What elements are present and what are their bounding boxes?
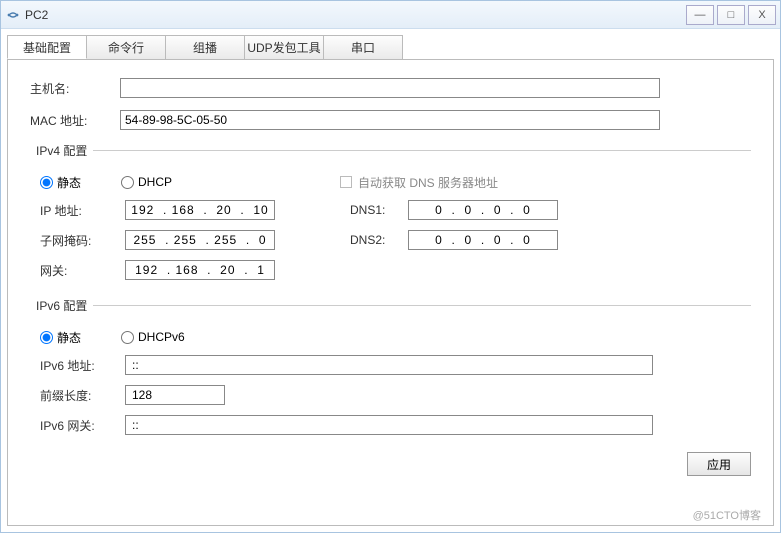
ipv6-radio-dhcpv6[interactable]: DHCPv6 bbox=[121, 330, 185, 344]
mac-label: MAC 地址: bbox=[30, 112, 120, 129]
mask-label: 子网掩码: bbox=[40, 232, 125, 249]
tab-bar: 基础配置 命令行 组播 UDP发包工具 串口 bbox=[7, 35, 774, 59]
mac-input[interactable] bbox=[120, 110, 660, 130]
minimize-button[interactable]: — bbox=[686, 5, 714, 25]
title-bar: PC2 — □ X bbox=[1, 1, 780, 29]
apply-button[interactable]: 应用 bbox=[687, 452, 751, 476]
auto-dns-checkbox[interactable]: 自动获取 DNS 服务器地址 bbox=[340, 169, 751, 195]
hostname-input[interactable] bbox=[120, 78, 660, 98]
dns1-input[interactable] bbox=[408, 200, 558, 220]
dns2-label: DNS2: bbox=[350, 233, 408, 247]
dns1-label: DNS1: bbox=[350, 203, 408, 217]
ipv6-gw-input[interactable] bbox=[125, 415, 653, 435]
ipv6-fieldset: IPv6 配置 静态 DHCPv6 IPv6 地址: 前缀长 bbox=[30, 297, 751, 444]
ipv4-fieldset: IPv4 配置 静态 DHCP bbox=[30, 142, 751, 289]
ip-input[interactable] bbox=[125, 200, 275, 220]
tab-panel-basic: 主机名: MAC 地址: IPv4 配置 静态 bbox=[7, 59, 774, 526]
ipv6-legend: IPv6 配置 bbox=[30, 297, 93, 314]
tab-multicast[interactable]: 组播 bbox=[165, 35, 245, 59]
gateway-input[interactable] bbox=[125, 260, 275, 280]
app-window: PC2 — □ X 基础配置 命令行 组播 UDP发包工具 串口 主机名: MA… bbox=[0, 0, 781, 533]
checkbox-icon bbox=[340, 176, 352, 188]
ipv4-radio-static-input[interactable] bbox=[40, 176, 53, 189]
gateway-label: 网关: bbox=[40, 262, 125, 279]
ipv6-addr-input[interactable] bbox=[125, 355, 653, 375]
tab-udp[interactable]: UDP发包工具 bbox=[244, 35, 324, 59]
ipv6-gw-label: IPv6 网关: bbox=[40, 417, 125, 434]
ipv4-legend: IPv4 配置 bbox=[30, 142, 93, 159]
mask-input[interactable] bbox=[125, 230, 275, 250]
tab-basic[interactable]: 基础配置 bbox=[7, 35, 87, 59]
maximize-button[interactable]: □ bbox=[717, 5, 745, 25]
dns2-input[interactable] bbox=[408, 230, 558, 250]
ipv4-radio-dhcp[interactable]: DHCP bbox=[121, 175, 172, 189]
content-area: 基础配置 命令行 组播 UDP发包工具 串口 主机名: MAC 地址: IPv4… bbox=[1, 29, 780, 532]
ipv6-radio-static-input[interactable] bbox=[40, 331, 53, 344]
tab-serial[interactable]: 串口 bbox=[323, 35, 403, 59]
ipv4-radio-dhcp-input[interactable] bbox=[121, 176, 134, 189]
ipv6-prefix-input[interactable] bbox=[125, 385, 225, 405]
tab-cmd[interactable]: 命令行 bbox=[86, 35, 166, 59]
ip-label: IP 地址: bbox=[40, 202, 125, 219]
app-icon bbox=[5, 7, 21, 23]
close-button[interactable]: X bbox=[748, 5, 776, 25]
hostname-label: 主机名: bbox=[30, 80, 120, 97]
ipv4-radio-static[interactable]: 静态 bbox=[40, 174, 81, 191]
window-title: PC2 bbox=[25, 8, 683, 22]
watermark-text: @51CTO博客 bbox=[693, 507, 761, 523]
ipv6-addr-label: IPv6 地址: bbox=[40, 357, 125, 374]
ipv6-radio-static[interactable]: 静态 bbox=[40, 329, 81, 346]
ipv6-prefix-label: 前缀长度: bbox=[40, 387, 125, 404]
ipv6-radio-dhcpv6-input[interactable] bbox=[121, 331, 134, 344]
